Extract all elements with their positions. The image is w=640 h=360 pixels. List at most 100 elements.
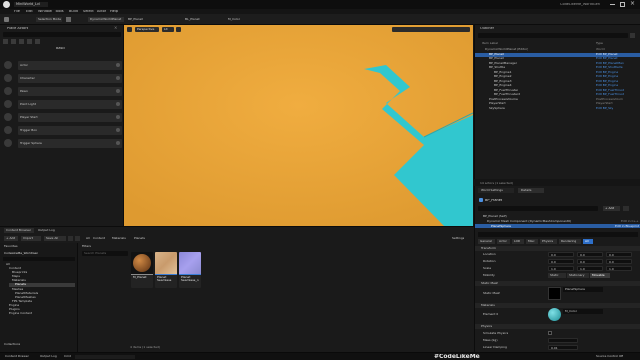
component-row-selected[interactable]: PlanetSphere Edit in Blueprint <box>475 224 640 228</box>
folder-item[interactable]: PlanetMaterials <box>15 292 38 295</box>
outliner-row[interactable]: PostProcessVolume PostProcessVolum <box>475 98 640 102</box>
scale-y[interactable]: 1.0 <box>577 266 603 271</box>
simulate-physics-checkbox[interactable] <box>548 331 552 335</box>
outliner-row[interactable]: BP_Engine2 Edit BP_Engine <box>475 75 640 79</box>
place-actor-item[interactable]: Player Start <box>18 113 122 122</box>
outliner-row[interactable]: SkySphere Edit BP_Sky <box>475 107 640 111</box>
static-mesh-thumbnail[interactable] <box>548 287 561 300</box>
rotation-y[interactable]: 0.0 <box>577 259 603 264</box>
mobility-stationary[interactable]: Stationary <box>567 273 589 278</box>
filter-tab-physics[interactable]: Physics <box>540 239 557 244</box>
folder-item[interactable]: Blueprints <box>12 271 27 274</box>
outliner-row[interactable]: DynamicWorldPlanet (Editor) World <box>475 48 640 52</box>
linear-damping-field[interactable]: 0.01 <box>548 345 578 350</box>
rotation-z[interactable]: 0.0 <box>606 259 632 264</box>
menu-help[interactable]: Help <box>110 10 118 14</box>
outliner-row[interactable]: PlayerStart PlayerStart <box>475 102 640 106</box>
viewport-snap-controls[interactable] <box>392 27 470 32</box>
content-drawer-button[interactable]: Content Drawer <box>5 355 29 358</box>
maximize-button[interactable] <box>620 2 625 7</box>
info-icon[interactable] <box>116 89 120 93</box>
filters-button[interactable]: Filters <box>82 245 91 248</box>
filter-tab-misc[interactable]: Misc <box>526 239 538 244</box>
favorites-header[interactable]: Favorites <box>4 245 18 248</box>
info-icon[interactable] <box>116 63 120 67</box>
tab-content-browser[interactable]: Content Browser <box>4 228 34 233</box>
place-actor-item[interactable]: Actor <box>18 61 122 70</box>
menu-tools[interactable]: Tools <box>55 10 64 14</box>
folder-item[interactable]: Materials <box>12 279 26 282</box>
breadcrumb-content[interactable]: Content <box>93 237 105 240</box>
close-icon[interactable]: × <box>114 26 117 30</box>
filter-tab-actor[interactable]: Actor <box>497 239 510 244</box>
filter-tab-lod[interactable]: LOD <box>512 239 524 244</box>
outliner-row[interactable]: BP_PlanetManager Edit BP_PlanetMan <box>475 62 640 66</box>
selection-mode-dropdown[interactable]: Selection Mode <box>36 17 62 22</box>
mobility-static[interactable]: Static <box>548 273 566 278</box>
outliner-row[interactable]: BP_Planet Edit BP_Planet <box>475 57 640 61</box>
category-icons[interactable] <box>3 39 121 45</box>
component-row[interactable]: BP_Planet (Self) <box>475 215 640 219</box>
perspective-button[interactable]: Perspective <box>135 27 159 32</box>
back-icon[interactable] <box>68 236 73 241</box>
location-y[interactable]: 0.0 <box>577 252 603 257</box>
info-icon[interactable] <box>116 128 120 132</box>
folder-item[interactable]: Engine <box>9 304 19 307</box>
physics-section-header[interactable] <box>475 324 640 329</box>
import-button[interactable]: Import <box>21 236 41 241</box>
outliner-row[interactable]: BP_Engine1 Edit BP_Engine <box>475 71 640 75</box>
outliner-search[interactable] <box>478 33 628 38</box>
info-icon[interactable] <box>116 76 120 80</box>
folder-item[interactable]: Engine Content <box>9 312 32 315</box>
add-button[interactable]: + Add <box>4 236 18 241</box>
transform-section-header[interactable] <box>475 246 640 251</box>
forward-icon[interactable] <box>75 236 80 241</box>
tab-m-color[interactable]: M_Color <box>228 17 252 21</box>
folder-item[interactable]: Plugins <box>9 308 20 311</box>
folder-item[interactable]: All <box>6 263 10 266</box>
folder-item[interactable]: Maps <box>12 275 20 278</box>
info-icon[interactable] <box>116 115 120 119</box>
place-actor-item[interactable]: Pawn <box>18 87 122 96</box>
info-icon[interactable] <box>116 102 120 106</box>
location-z[interactable]: 0.0 <box>606 252 632 257</box>
content-icon[interactable] <box>66 17 71 22</box>
breadcrumb-all[interactable]: All <box>86 237 90 240</box>
project-root[interactable]: CodeLikeMe_WorldGen <box>4 252 38 255</box>
menu-edit[interactable]: Edit <box>26 10 33 14</box>
save-icon[interactable] <box>4 17 9 22</box>
asset-tile[interactable]: M_Planet <box>131 252 153 288</box>
filter-tab-all[interactable]: All <box>583 239 593 244</box>
rotation-x[interactable]: 0.0 <box>548 259 574 264</box>
viewport-menu-icon[interactable] <box>127 27 132 32</box>
tab-dynamicworldplanet[interactable]: DynamicWorldPlanet <box>88 17 124 22</box>
outliner-row-selected[interactable]: BP_Planet Edit BP_Planet <box>475 52 640 57</box>
outliner-row[interactable]: BP_FuelThruster2 Edit BP_FuelThrust <box>475 93 640 97</box>
folder-item[interactable]: Content <box>9 267 21 270</box>
level-tab[interactable]: MiniWorld_Lvl <box>14 2 48 7</box>
console-input[interactable] <box>75 354 135 359</box>
materials-section-header[interactable] <box>475 303 640 308</box>
filter-icon[interactable] <box>630 33 635 38</box>
menu-actor[interactable]: Actor <box>97 10 106 14</box>
menu-select[interactable]: Select <box>83 10 94 14</box>
lit-button[interactable]: Lit <box>162 27 174 32</box>
outliner-row[interactable]: BP_FuelThruster Edit BP_FuelThrust <box>475 89 640 93</box>
folder-item-selected[interactable]: Planets <box>9 283 75 287</box>
output-log-button[interactable]: Output Log <box>40 355 57 358</box>
outliner-row[interactable]: BP_Shuttle Edit BP_ShuttleVe <box>475 66 640 70</box>
cmd-input[interactable]: Cmd <box>64 355 71 358</box>
location-x[interactable]: 0.0 <box>548 252 574 257</box>
place-actor-item[interactable]: Trigger Box <box>18 126 122 135</box>
details-search[interactable] <box>478 206 598 211</box>
menu-window[interactable]: Window <box>38 10 52 14</box>
minimize-button[interactable] <box>610 4 615 5</box>
asset-search[interactable]: Search Planets <box>82 251 128 256</box>
place-actor-item[interactable]: Point Light <box>18 100 122 109</box>
asset-tile[interactable]: Planet Seamless_n <box>179 252 201 288</box>
scale-x[interactable]: 1.0 <box>548 266 574 271</box>
filter-tab-general[interactable]: General <box>478 239 495 244</box>
viewport-tools-icon[interactable] <box>176 27 181 32</box>
filter-tab-rendering[interactable]: Rendering <box>559 239 581 244</box>
blueprint-options-icon[interactable] <box>623 206 629 211</box>
